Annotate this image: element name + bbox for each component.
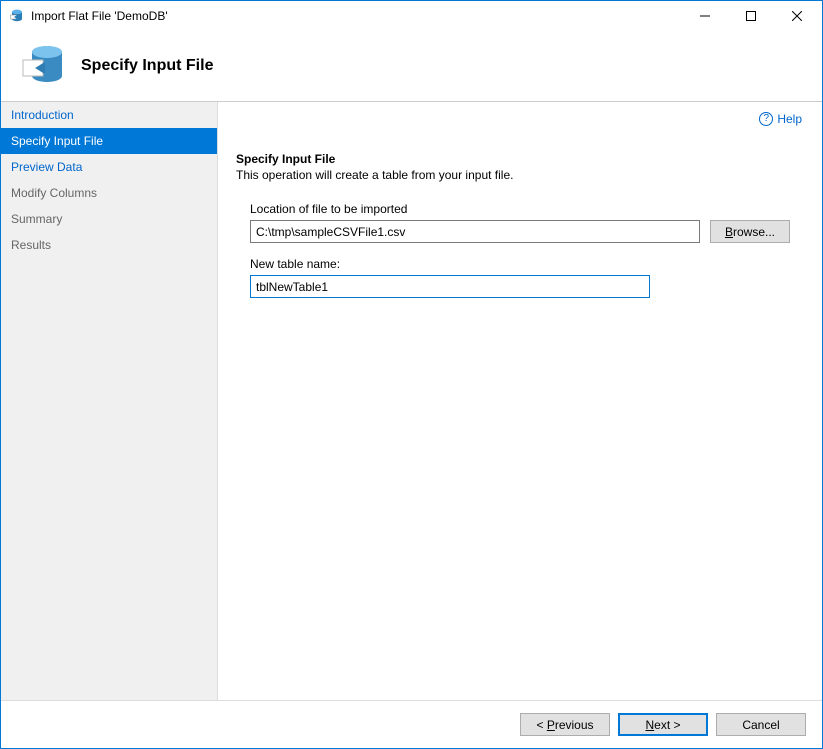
- sidebar: Introduction Specify Input File Preview …: [1, 102, 218, 700]
- tablename-input[interactable]: [250, 275, 650, 298]
- wizard-icon: [19, 42, 67, 90]
- main-content: ? Help Specify Input File This operation…: [218, 102, 822, 700]
- titlebar: Import Flat File 'DemoDB': [1, 1, 822, 31]
- sidebar-item-introduction[interactable]: Introduction: [1, 102, 217, 128]
- file-location-label: Location of file to be imported: [250, 202, 804, 216]
- help-label: Help: [777, 112, 802, 126]
- file-location-input[interactable]: [250, 220, 700, 243]
- close-button[interactable]: [774, 1, 820, 31]
- minimize-button[interactable]: [682, 1, 728, 31]
- file-location-group: Location of file to be imported Browse..…: [250, 202, 804, 243]
- sidebar-item-specify-input-file[interactable]: Specify Input File: [1, 128, 217, 154]
- previous-button[interactable]: < Previous: [520, 713, 610, 736]
- tablename-label: New table name:: [250, 257, 804, 271]
- cancel-button[interactable]: Cancel: [716, 713, 806, 736]
- sidebar-item-label: Preview Data: [11, 160, 82, 174]
- sidebar-item-label: Introduction: [11, 108, 74, 122]
- section-description: This operation will create a table from …: [236, 168, 804, 182]
- footer: < Previous Next > Cancel: [1, 700, 822, 748]
- header-banner: Specify Input File: [1, 31, 822, 101]
- sidebar-item-label: Results: [11, 238, 51, 252]
- help-link[interactable]: ? Help: [759, 112, 802, 126]
- window-title: Import Flat File 'DemoDB': [31, 9, 682, 23]
- sidebar-item-summary[interactable]: Summary: [1, 206, 217, 232]
- window-controls: [682, 1, 820, 31]
- page-title: Specify Input File: [81, 57, 213, 75]
- sidebar-item-modify-columns[interactable]: Modify Columns: [1, 180, 217, 206]
- app-icon: [9, 8, 25, 24]
- tablename-group: New table name:: [250, 257, 804, 298]
- sidebar-item-label: Modify Columns: [11, 186, 97, 200]
- maximize-button[interactable]: [728, 1, 774, 31]
- sidebar-item-results[interactable]: Results: [1, 232, 217, 258]
- sidebar-item-preview-data[interactable]: Preview Data: [1, 154, 217, 180]
- browse-button[interactable]: Browse...: [710, 220, 790, 243]
- sidebar-item-label: Specify Input File: [11, 134, 103, 148]
- next-button[interactable]: Next >: [618, 713, 708, 736]
- help-icon: ?: [759, 112, 773, 126]
- sidebar-item-label: Summary: [11, 212, 62, 226]
- section-heading: Specify Input File: [236, 152, 804, 166]
